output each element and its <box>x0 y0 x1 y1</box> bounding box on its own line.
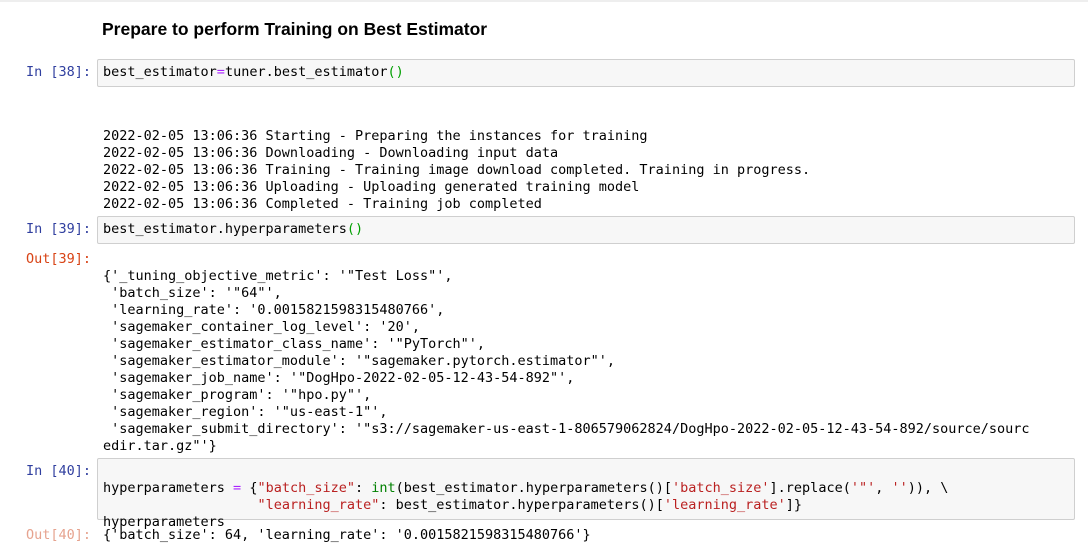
code-line-1: hyperparameters = {"batch_size": int(bes… <box>103 480 949 496</box>
code-line-2: "learning_rate": best_estimator.hyperpar… <box>257 497 803 513</box>
out-prompt-40: Out[40]: <box>25 527 91 543</box>
output-39: {'_tuning_objective_metric': '"Test Loss… <box>103 251 1030 472</box>
stream-line: 2022-02-05 13:06:36 Downloading - Downlo… <box>103 145 559 161</box>
stream-output-38: 2022-02-05 13:06:36 Starting - Preparing… <box>103 111 810 230</box>
code-call-parens: () <box>346 221 364 237</box>
code-call-parens: () <box>387 64 404 80</box>
stream-line: 2022-02-05 13:06:36 Starting - Preparing… <box>103 128 648 144</box>
output-line: 'learning_rate': '0.0015821598315480766'… <box>103 302 445 318</box>
top-border <box>0 0 1088 2</box>
section-heading: Prepare to perform Training on Best Esti… <box>102 19 488 39</box>
output-40: {'batch_size': 64, 'learning_rate': '0.0… <box>103 527 591 543</box>
output-line: 'batch_size': '"64"', <box>103 285 282 301</box>
output-line: {'_tuning_objective_metric': '"Test Loss… <box>103 268 453 284</box>
stream-line: 2022-02-05 13:06:36 Training - Training … <box>103 162 811 178</box>
output-line: 'sagemaker_container_log_level': '20', <box>103 319 420 335</box>
output-line: edir.tar.gz"'} <box>103 438 217 454</box>
code-line-39[interactable]: best_estimator.hyperparameters() <box>103 221 363 238</box>
output-line: 'sagemaker_region': '"us-east-1"', <box>103 404 388 420</box>
output-line: 'sagemaker_estimator_module': '"sagemake… <box>103 353 616 369</box>
code-operator: = <box>216 64 225 80</box>
output-line: 'sagemaker_estimator_class_name': '"PyTo… <box>103 336 486 352</box>
code-expr: best_estimator.hyperparameters <box>103 221 347 237</box>
stream-line: 2022-02-05 13:06:36 Uploading - Uploadin… <box>103 179 640 195</box>
code-var: best_estimator <box>103 64 217 80</box>
output-line: 'sagemaker_submit_directory': '"s3://sag… <box>103 421 1030 437</box>
out-prompt-39: Out[39]: <box>25 251 91 267</box>
in-prompt-38: In [38]: <box>25 64 91 80</box>
code-rhs: tuner.best_estimator <box>224 64 388 80</box>
output-line: 'sagemaker_job_name': '"DogHpo-2022-02-0… <box>103 370 575 386</box>
output-line: 'sagemaker_program': '"hpo.py"', <box>103 387 372 403</box>
stream-line: 2022-02-05 13:06:36 Completed - Training… <box>103 196 542 212</box>
in-prompt-39: In [39]: <box>25 221 91 237</box>
in-prompt-40: In [40]: <box>25 463 91 479</box>
code-line-38[interactable]: best_estimator=tuner.best_estimator() <box>103 64 404 81</box>
